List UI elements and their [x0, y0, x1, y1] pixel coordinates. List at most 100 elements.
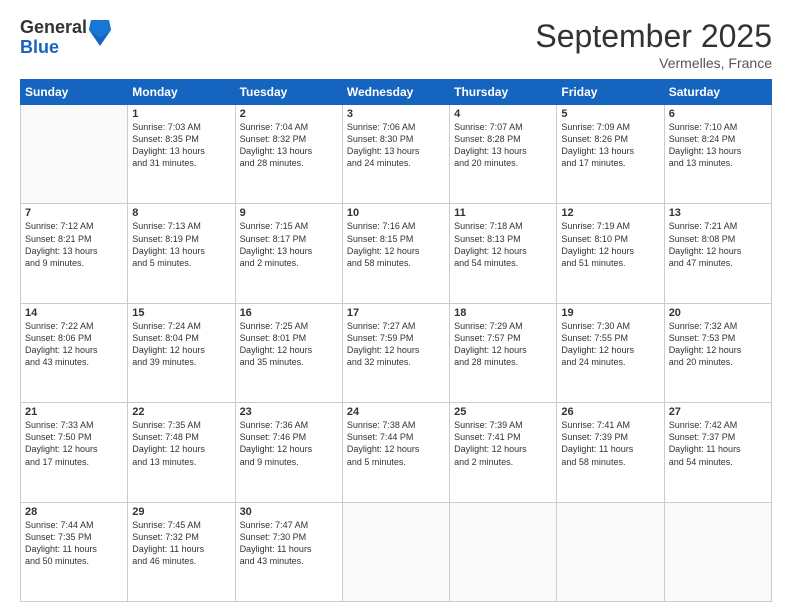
calendar-header-row: SundayMondayTuesdayWednesdayThursdayFrid… [21, 80, 772, 105]
calendar-cell: 21Sunrise: 7:33 AM Sunset: 7:50 PM Dayli… [21, 403, 128, 502]
calendar-cell: 29Sunrise: 7:45 AM Sunset: 7:32 PM Dayli… [128, 502, 235, 601]
day-number: 19 [561, 307, 659, 319]
calendar-cell: 19Sunrise: 7:30 AM Sunset: 7:55 PM Dayli… [557, 303, 664, 402]
calendar-cell: 10Sunrise: 7:16 AM Sunset: 8:15 PM Dayli… [342, 204, 449, 303]
cell-info: Sunrise: 7:32 AM Sunset: 7:53 PM Dayligh… [669, 320, 767, 369]
day-number: 16 [240, 307, 338, 319]
logo: General Blue [20, 18, 111, 58]
cell-info: Sunrise: 7:41 AM Sunset: 7:39 PM Dayligh… [561, 419, 659, 468]
calendar-cell: 17Sunrise: 7:27 AM Sunset: 7:59 PM Dayli… [342, 303, 449, 402]
cell-info: Sunrise: 7:39 AM Sunset: 7:41 PM Dayligh… [454, 419, 552, 468]
week-row-0: 1Sunrise: 7:03 AM Sunset: 8:35 PM Daylig… [21, 105, 772, 204]
day-number: 10 [347, 207, 445, 219]
calendar-cell: 1Sunrise: 7:03 AM Sunset: 8:35 PM Daylig… [128, 105, 235, 204]
col-header-wednesday: Wednesday [342, 80, 449, 105]
day-number: 6 [669, 108, 767, 120]
day-number: 17 [347, 307, 445, 319]
day-number: 23 [240, 406, 338, 418]
cell-info: Sunrise: 7:25 AM Sunset: 8:01 PM Dayligh… [240, 320, 338, 369]
day-number: 25 [454, 406, 552, 418]
cell-info: Sunrise: 7:42 AM Sunset: 7:37 PM Dayligh… [669, 419, 767, 468]
cell-info: Sunrise: 7:10 AM Sunset: 8:24 PM Dayligh… [669, 121, 767, 170]
calendar-cell: 12Sunrise: 7:19 AM Sunset: 8:10 PM Dayli… [557, 204, 664, 303]
day-number: 14 [25, 307, 123, 319]
calendar-cell: 18Sunrise: 7:29 AM Sunset: 7:57 PM Dayli… [450, 303, 557, 402]
calendar-cell [21, 105, 128, 204]
calendar-cell [557, 502, 664, 601]
day-number: 22 [132, 406, 230, 418]
calendar-cell: 27Sunrise: 7:42 AM Sunset: 7:37 PM Dayli… [664, 403, 771, 502]
calendar-cell: 13Sunrise: 7:21 AM Sunset: 8:08 PM Dayli… [664, 204, 771, 303]
calendar-cell [664, 502, 771, 601]
calendar-cell: 25Sunrise: 7:39 AM Sunset: 7:41 PM Dayli… [450, 403, 557, 502]
day-number: 12 [561, 207, 659, 219]
day-number: 1 [132, 108, 230, 120]
cell-info: Sunrise: 7:21 AM Sunset: 8:08 PM Dayligh… [669, 220, 767, 269]
calendar-cell: 11Sunrise: 7:18 AM Sunset: 8:13 PM Dayli… [450, 204, 557, 303]
page: General Blue September 2025 Vermelles, F… [0, 0, 792, 612]
day-number: 15 [132, 307, 230, 319]
cell-info: Sunrise: 7:18 AM Sunset: 8:13 PM Dayligh… [454, 220, 552, 269]
col-header-saturday: Saturday [664, 80, 771, 105]
cell-info: Sunrise: 7:09 AM Sunset: 8:26 PM Dayligh… [561, 121, 659, 170]
col-header-thursday: Thursday [450, 80, 557, 105]
day-number: 2 [240, 108, 338, 120]
col-header-sunday: Sunday [21, 80, 128, 105]
cell-info: Sunrise: 7:30 AM Sunset: 7:55 PM Dayligh… [561, 320, 659, 369]
cell-info: Sunrise: 7:27 AM Sunset: 7:59 PM Dayligh… [347, 320, 445, 369]
cell-info: Sunrise: 7:35 AM Sunset: 7:48 PM Dayligh… [132, 419, 230, 468]
cell-info: Sunrise: 7:12 AM Sunset: 8:21 PM Dayligh… [25, 220, 123, 269]
day-number: 27 [669, 406, 767, 418]
calendar-cell: 23Sunrise: 7:36 AM Sunset: 7:46 PM Dayli… [235, 403, 342, 502]
cell-info: Sunrise: 7:03 AM Sunset: 8:35 PM Dayligh… [132, 121, 230, 170]
logo-text: General Blue [20, 18, 87, 58]
week-row-2: 14Sunrise: 7:22 AM Sunset: 8:06 PM Dayli… [21, 303, 772, 402]
calendar-cell: 4Sunrise: 7:07 AM Sunset: 8:28 PM Daylig… [450, 105, 557, 204]
calendar-cell: 6Sunrise: 7:10 AM Sunset: 8:24 PM Daylig… [664, 105, 771, 204]
calendar-cell: 24Sunrise: 7:38 AM Sunset: 7:44 PM Dayli… [342, 403, 449, 502]
day-number: 4 [454, 108, 552, 120]
col-header-monday: Monday [128, 80, 235, 105]
calendar-cell: 5Sunrise: 7:09 AM Sunset: 8:26 PM Daylig… [557, 105, 664, 204]
col-header-friday: Friday [557, 80, 664, 105]
cell-info: Sunrise: 7:06 AM Sunset: 8:30 PM Dayligh… [347, 121, 445, 170]
calendar-table: SundayMondayTuesdayWednesdayThursdayFrid… [20, 79, 772, 602]
calendar-cell: 2Sunrise: 7:04 AM Sunset: 8:32 PM Daylig… [235, 105, 342, 204]
cell-info: Sunrise: 7:04 AM Sunset: 8:32 PM Dayligh… [240, 121, 338, 170]
cell-info: Sunrise: 7:15 AM Sunset: 8:17 PM Dayligh… [240, 220, 338, 269]
header: General Blue September 2025 Vermelles, F… [20, 18, 772, 71]
calendar-cell: 28Sunrise: 7:44 AM Sunset: 7:35 PM Dayli… [21, 502, 128, 601]
cell-info: Sunrise: 7:07 AM Sunset: 8:28 PM Dayligh… [454, 121, 552, 170]
logo-icon [89, 20, 111, 46]
cell-info: Sunrise: 7:33 AM Sunset: 7:50 PM Dayligh… [25, 419, 123, 468]
day-number: 8 [132, 207, 230, 219]
cell-info: Sunrise: 7:19 AM Sunset: 8:10 PM Dayligh… [561, 220, 659, 269]
day-number: 21 [25, 406, 123, 418]
calendar-cell: 14Sunrise: 7:22 AM Sunset: 8:06 PM Dayli… [21, 303, 128, 402]
day-number: 3 [347, 108, 445, 120]
day-number: 30 [240, 506, 338, 518]
location: Vermelles, France [535, 55, 772, 71]
calendar-cell: 15Sunrise: 7:24 AM Sunset: 8:04 PM Dayli… [128, 303, 235, 402]
cell-info: Sunrise: 7:47 AM Sunset: 7:30 PM Dayligh… [240, 519, 338, 568]
week-row-4: 28Sunrise: 7:44 AM Sunset: 7:35 PM Dayli… [21, 502, 772, 601]
cell-info: Sunrise: 7:45 AM Sunset: 7:32 PM Dayligh… [132, 519, 230, 568]
cell-info: Sunrise: 7:16 AM Sunset: 8:15 PM Dayligh… [347, 220, 445, 269]
cell-info: Sunrise: 7:38 AM Sunset: 7:44 PM Dayligh… [347, 419, 445, 468]
calendar-cell: 30Sunrise: 7:47 AM Sunset: 7:30 PM Dayli… [235, 502, 342, 601]
week-row-3: 21Sunrise: 7:33 AM Sunset: 7:50 PM Dayli… [21, 403, 772, 502]
calendar-cell: 26Sunrise: 7:41 AM Sunset: 7:39 PM Dayli… [557, 403, 664, 502]
day-number: 28 [25, 506, 123, 518]
day-number: 18 [454, 307, 552, 319]
day-number: 7 [25, 207, 123, 219]
calendar-cell: 22Sunrise: 7:35 AM Sunset: 7:48 PM Dayli… [128, 403, 235, 502]
cell-info: Sunrise: 7:36 AM Sunset: 7:46 PM Dayligh… [240, 419, 338, 468]
calendar-cell: 7Sunrise: 7:12 AM Sunset: 8:21 PM Daylig… [21, 204, 128, 303]
calendar-cell: 3Sunrise: 7:06 AM Sunset: 8:30 PM Daylig… [342, 105, 449, 204]
day-number: 13 [669, 207, 767, 219]
cell-info: Sunrise: 7:13 AM Sunset: 8:19 PM Dayligh… [132, 220, 230, 269]
day-number: 11 [454, 207, 552, 219]
week-row-1: 7Sunrise: 7:12 AM Sunset: 8:21 PM Daylig… [21, 204, 772, 303]
cell-info: Sunrise: 7:44 AM Sunset: 7:35 PM Dayligh… [25, 519, 123, 568]
day-number: 9 [240, 207, 338, 219]
